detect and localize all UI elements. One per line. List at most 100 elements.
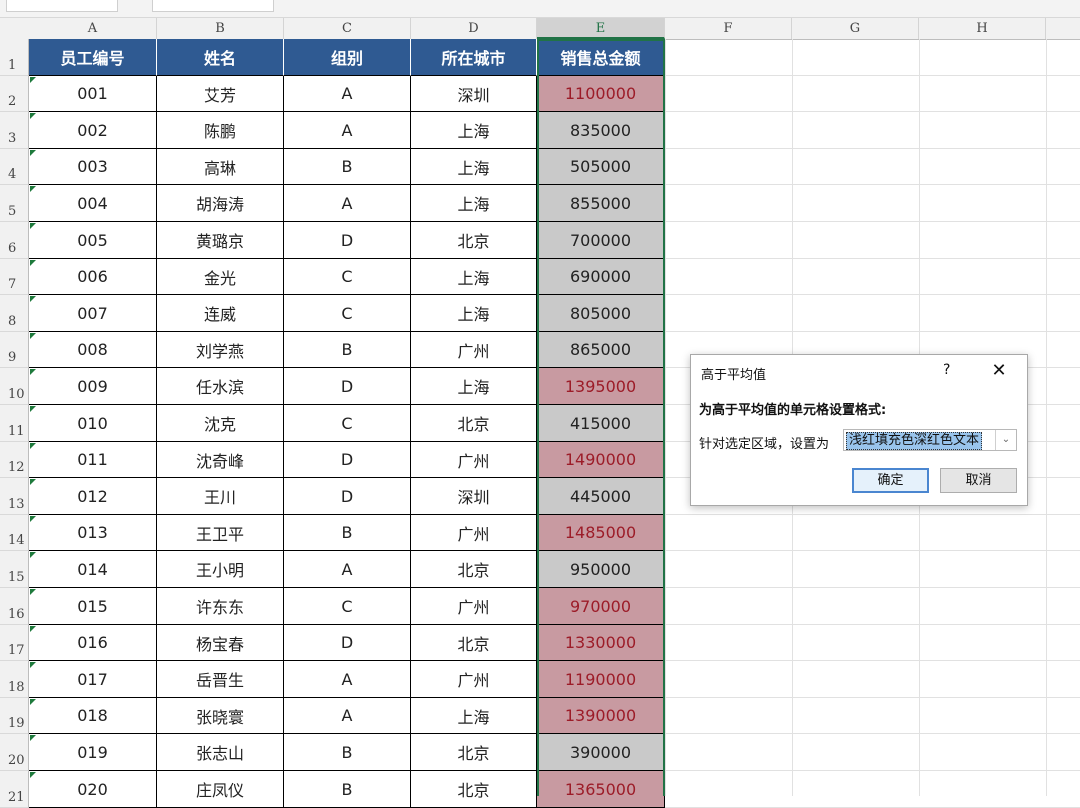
group-cell[interactable]: B	[284, 332, 411, 368]
header-cell[interactable]: 组别	[284, 39, 411, 76]
name-cell[interactable]: 沈奇峰	[157, 442, 284, 478]
column-header-e[interactable]: E	[537, 18, 665, 39]
name-cell[interactable]: 金光	[157, 259, 284, 295]
group-cell[interactable]: B	[284, 149, 411, 185]
sales-cell[interactable]: 1390000	[537, 698, 665, 734]
id-cell[interactable]: 009	[29, 368, 157, 405]
id-cell[interactable]: 018	[29, 698, 157, 734]
sales-cell[interactable]: 1100000	[537, 76, 665, 112]
column-header-d[interactable]: D	[411, 18, 537, 39]
formula-input[interactable]	[152, 0, 274, 12]
city-cell[interactable]: 上海	[411, 698, 537, 734]
group-cell[interactable]: B	[284, 734, 411, 771]
id-cell[interactable]: 011	[29, 442, 157, 478]
sales-cell[interactable]: 855000	[537, 185, 665, 222]
name-cell[interactable]: 庄凤仪	[157, 771, 284, 808]
row-header[interactable]: 13	[0, 478, 29, 515]
group-cell[interactable]: A	[284, 185, 411, 222]
id-cell[interactable]: 016	[29, 625, 157, 661]
column-header-f[interactable]: F	[665, 18, 792, 39]
row-header[interactable]: 18	[0, 661, 29, 698]
group-cell[interactable]: A	[284, 698, 411, 734]
header-cell[interactable]: 所在城市	[411, 39, 537, 76]
group-cell[interactable]: A	[284, 551, 411, 588]
id-cell[interactable]: 003	[29, 149, 157, 185]
sales-cell[interactable]: 390000	[537, 734, 665, 771]
row-header[interactable]: 15	[0, 551, 29, 588]
name-cell[interactable]: 王小明	[157, 551, 284, 588]
id-cell[interactable]: 001	[29, 76, 157, 112]
row-header[interactable]: 2	[0, 76, 29, 112]
sales-cell[interactable]: 1190000	[537, 661, 665, 698]
id-cell[interactable]: 002	[29, 112, 157, 149]
name-cell[interactable]: 高琳	[157, 149, 284, 185]
format-select[interactable]: 浅红填充色深红色文本 ⌄	[843, 429, 1017, 451]
id-cell[interactable]: 017	[29, 661, 157, 698]
city-cell[interactable]: 上海	[411, 112, 537, 149]
city-cell[interactable]: 深圳	[411, 76, 537, 112]
sales-cell[interactable]: 950000	[537, 551, 665, 588]
group-cell[interactable]: C	[284, 295, 411, 332]
row-header[interactable]: 1	[0, 39, 29, 76]
row-header[interactable]: 14	[0, 515, 29, 551]
row-header[interactable]: 21	[0, 771, 29, 808]
row-header[interactable]: 10	[0, 368, 29, 405]
sales-cell[interactable]: 445000	[537, 478, 665, 515]
group-cell[interactable]: C	[284, 405, 411, 442]
name-cell[interactable]: 王川	[157, 478, 284, 515]
city-cell[interactable]: 上海	[411, 295, 537, 332]
name-box[interactable]	[6, 0, 118, 12]
group-cell[interactable]: B	[284, 771, 411, 808]
header-cell[interactable]: 姓名	[157, 39, 284, 76]
city-cell[interactable]: 广州	[411, 515, 537, 551]
city-cell[interactable]: 深圳	[411, 478, 537, 515]
sales-cell[interactable]: 1490000	[537, 442, 665, 478]
city-cell[interactable]: 上海	[411, 368, 537, 405]
sales-cell[interactable]: 865000	[537, 332, 665, 368]
help-icon[interactable]: ?	[943, 362, 950, 378]
group-cell[interactable]: D	[284, 222, 411, 259]
name-cell[interactable]: 刘学燕	[157, 332, 284, 368]
id-cell[interactable]: 007	[29, 295, 157, 332]
id-cell[interactable]: 004	[29, 185, 157, 222]
id-cell[interactable]: 012	[29, 478, 157, 515]
id-cell[interactable]: 006	[29, 259, 157, 295]
group-cell[interactable]: A	[284, 76, 411, 112]
name-cell[interactable]: 陈鹏	[157, 112, 284, 149]
id-cell[interactable]: 010	[29, 405, 157, 442]
city-cell[interactable]: 广州	[411, 442, 537, 478]
name-cell[interactable]: 连威	[157, 295, 284, 332]
header-cell[interactable]: 销售总金额	[537, 39, 665, 76]
sales-cell[interactable]: 805000	[537, 295, 665, 332]
name-cell[interactable]: 胡海涛	[157, 185, 284, 222]
column-header-h[interactable]: H	[919, 18, 1046, 39]
cancel-button[interactable]: 取消	[940, 468, 1017, 493]
city-cell[interactable]: 上海	[411, 149, 537, 185]
city-cell[interactable]: 北京	[411, 551, 537, 588]
column-header-g[interactable]: G	[792, 18, 919, 39]
column-header-b[interactable]: B	[157, 18, 284, 39]
row-header[interactable]: 19	[0, 698, 29, 734]
row-header[interactable]: 5	[0, 185, 29, 222]
name-cell[interactable]: 任水滨	[157, 368, 284, 405]
city-cell[interactable]: 北京	[411, 222, 537, 259]
city-cell[interactable]: 北京	[411, 771, 537, 808]
row-header[interactable]: 9	[0, 332, 29, 368]
group-cell[interactable]: C	[284, 259, 411, 295]
city-cell[interactable]: 广州	[411, 588, 537, 625]
sales-cell[interactable]: 415000	[537, 405, 665, 442]
group-cell[interactable]: B	[284, 515, 411, 551]
group-cell[interactable]: D	[284, 625, 411, 661]
id-cell[interactable]: 013	[29, 515, 157, 551]
row-header[interactable]: 20	[0, 734, 29, 771]
close-icon[interactable]: ✕	[989, 360, 1009, 381]
name-cell[interactable]: 黄璐京	[157, 222, 284, 259]
id-cell[interactable]: 014	[29, 551, 157, 588]
sales-cell[interactable]: 1485000	[537, 515, 665, 551]
city-cell[interactable]: 广州	[411, 332, 537, 368]
ok-button[interactable]: 确定	[852, 468, 929, 493]
sales-cell[interactable]: 700000	[537, 222, 665, 259]
id-cell[interactable]: 020	[29, 771, 157, 808]
column-header-c[interactable]: C	[284, 18, 411, 39]
name-cell[interactable]: 岳晋生	[157, 661, 284, 698]
